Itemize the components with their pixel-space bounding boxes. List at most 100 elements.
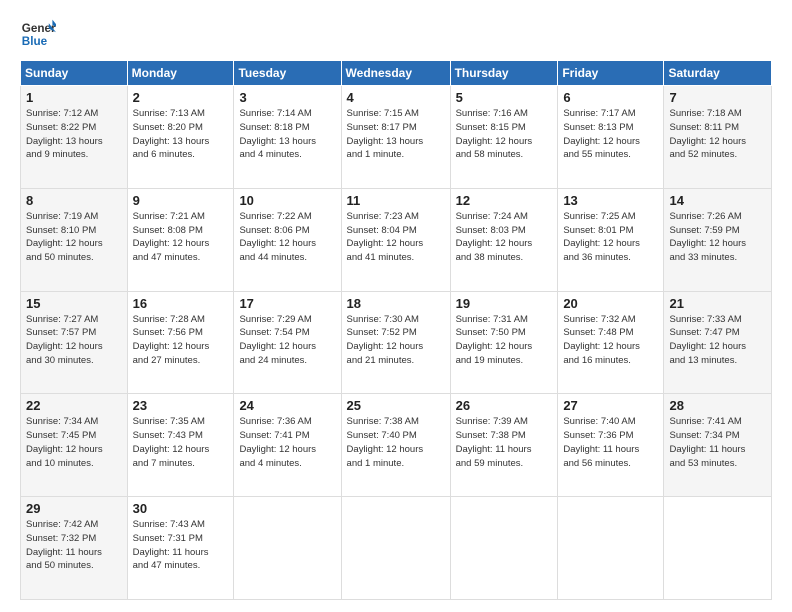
calendar-cell: 12Sunrise: 7:24 AMSunset: 8:03 PMDayligh… <box>450 188 558 291</box>
day-number: 17 <box>239 296 335 311</box>
calendar-cell: 13 Sunrise: 7:25 AMSunset: 8:01 PMDayligh… <box>558 188 664 291</box>
day-info: Sunrise: 7:26 AMSunset: 7:59 PMDaylight:… <box>669 210 766 265</box>
calendar-header-thursday: Thursday <box>450 61 558 86</box>
day-info: Sunrise: 7:31 AMSunset: 7:50 PMDaylight:… <box>456 313 553 368</box>
day-info: Sunrise: 7:15 AMSunset: 8:17 PMDaylight:… <box>347 107 445 162</box>
calendar-cell: 26 Sunrise: 7:39 AMSunset: 7:38 PMDayligh… <box>450 394 558 497</box>
day-number: 25 <box>347 398 445 413</box>
day-number: 5 <box>456 90 553 105</box>
logo-icon: General Blue <box>20 16 56 52</box>
calendar-header-saturday: Saturday <box>664 61 772 86</box>
calendar-header-wednesday: Wednesday <box>341 61 450 86</box>
day-info: Sunrise: 7:16 AMSunset: 8:15 PMDaylight:… <box>456 107 553 162</box>
day-info: Sunrise: 7:21 AMSunset: 8:08 PMDaylight:… <box>133 210 229 265</box>
day-info: Sunrise: 7:12 AMSunset: 8:22 PMDaylight:… <box>26 107 122 162</box>
calendar-header-monday: Monday <box>127 61 234 86</box>
day-info: Sunrise: 7:13 AMSunset: 8:20 PMDaylight:… <box>133 107 229 162</box>
day-info: Sunrise: 7:23 AMSunset: 8:04 PMDaylight:… <box>347 210 445 265</box>
day-info: Sunrise: 7:27 AMSunset: 7:57 PMDaylight:… <box>26 313 122 368</box>
day-number: 23 <box>133 398 229 413</box>
day-number: 9 <box>133 193 229 208</box>
day-number: 7 <box>669 90 766 105</box>
day-number: 2 <box>133 90 229 105</box>
day-info: Sunrise: 7:22 AMSunset: 8:06 PMDaylight:… <box>239 210 335 265</box>
day-number: 26 <box>456 398 553 413</box>
calendar-cell: 15 Sunrise: 7:27 AMSunset: 7:57 PMDayligh… <box>21 291 128 394</box>
logo: General Blue <box>20 16 56 52</box>
calendar-cell: 3Sunrise: 7:14 AMSunset: 8:18 PMDaylight… <box>234 86 341 189</box>
day-number: 16 <box>133 296 229 311</box>
calendar-cell <box>664 497 772 600</box>
calendar-week-1: 8 Sunrise: 7:19 AMSunset: 8:10 PMDaylight… <box>21 188 772 291</box>
day-number: 28 <box>669 398 766 413</box>
svg-text:Blue: Blue <box>22 35 48 48</box>
day-number: 18 <box>347 296 445 311</box>
day-number: 29 <box>26 501 122 516</box>
calendar-cell: 4 Sunrise: 7:15 AMSunset: 8:17 PMDaylight… <box>341 86 450 189</box>
calendar-cell: 16 Sunrise: 7:28 AMSunset: 7:56 PMDayligh… <box>127 291 234 394</box>
calendar-cell: 19 Sunrise: 7:31 AMSunset: 7:50 PMDayligh… <box>450 291 558 394</box>
calendar-week-0: 1 Sunrise: 7:12 AMSunset: 8:22 PMDaylight… <box>21 86 772 189</box>
day-info: Sunrise: 7:28 AMSunset: 7:56 PMDaylight:… <box>133 313 229 368</box>
day-info: Sunrise: 7:25 AMSunset: 8:01 PMDaylight:… <box>563 210 658 265</box>
day-info: Sunrise: 7:30 AMSunset: 7:52 PMDaylight:… <box>347 313 445 368</box>
calendar-cell: 20Sunrise: 7:32 AMSunset: 7:48 PMDayligh… <box>558 291 664 394</box>
day-info: Sunrise: 7:39 AMSunset: 7:38 PMDaylight:… <box>456 415 553 470</box>
calendar-cell: 9 Sunrise: 7:21 AMSunset: 8:08 PMDaylight… <box>127 188 234 291</box>
calendar-week-3: 22 Sunrise: 7:34 AMSunset: 7:45 PMDayligh… <box>21 394 772 497</box>
calendar-cell: 11 Sunrise: 7:23 AMSunset: 8:04 PMDayligh… <box>341 188 450 291</box>
calendar-cell: 8 Sunrise: 7:19 AMSunset: 8:10 PMDaylight… <box>21 188 128 291</box>
day-info: Sunrise: 7:38 AMSunset: 7:40 PMDaylight:… <box>347 415 445 470</box>
calendar-cell <box>558 497 664 600</box>
calendar-cell: 22 Sunrise: 7:34 AMSunset: 7:45 PMDayligh… <box>21 394 128 497</box>
calendar-cell: 29 Sunrise: 7:42 AMSunset: 7:32 PMDayligh… <box>21 497 128 600</box>
calendar-cell: 27 Sunrise: 7:40 AMSunset: 7:36 PMDayligh… <box>558 394 664 497</box>
calendar-cell: 30 Sunrise: 7:43 AMSunset: 7:31 PMDayligh… <box>127 497 234 600</box>
day-number: 8 <box>26 193 122 208</box>
calendar-cell: 25 Sunrise: 7:38 AMSunset: 7:40 PMDayligh… <box>341 394 450 497</box>
day-number: 6 <box>563 90 658 105</box>
calendar-cell <box>450 497 558 600</box>
day-number: 22 <box>26 398 122 413</box>
day-info: Sunrise: 7:43 AMSunset: 7:31 PMDaylight:… <box>133 518 229 573</box>
day-info: Sunrise: 7:40 AMSunset: 7:36 PMDaylight:… <box>563 415 658 470</box>
day-number: 27 <box>563 398 658 413</box>
calendar-cell: 1 Sunrise: 7:12 AMSunset: 8:22 PMDaylight… <box>21 86 128 189</box>
calendar-week-4: 29 Sunrise: 7:42 AMSunset: 7:32 PMDayligh… <box>21 497 772 600</box>
day-number: 30 <box>133 501 229 516</box>
day-info: Sunrise: 7:24 AMSunset: 8:03 PMDaylight:… <box>456 210 553 265</box>
day-number: 15 <box>26 296 122 311</box>
calendar-cell <box>341 497 450 600</box>
calendar-cell: 24 Sunrise: 7:36 AMSunset: 7:41 PMDayligh… <box>234 394 341 497</box>
page: General Blue SundayMondayTuesdayWednesda… <box>0 0 792 612</box>
day-number: 24 <box>239 398 335 413</box>
calendar-cell: 18 Sunrise: 7:30 AMSunset: 7:52 PMDayligh… <box>341 291 450 394</box>
day-info: Sunrise: 7:17 AMSunset: 8:13 PMDaylight:… <box>563 107 658 162</box>
calendar-cell: 10 Sunrise: 7:22 AMSunset: 8:06 PMDayligh… <box>234 188 341 291</box>
day-info: Sunrise: 7:35 AMSunset: 7:43 PMDaylight:… <box>133 415 229 470</box>
day-info: Sunrise: 7:42 AMSunset: 7:32 PMDaylight:… <box>26 518 122 573</box>
day-number: 10 <box>239 193 335 208</box>
day-number: 19 <box>456 296 553 311</box>
day-info: Sunrise: 7:32 AMSunset: 7:48 PMDaylight:… <box>563 313 658 368</box>
calendar-table: SundayMondayTuesdayWednesdayThursdayFrid… <box>20 60 772 600</box>
day-info: Sunrise: 7:34 AMSunset: 7:45 PMDaylight:… <box>26 415 122 470</box>
calendar-header-row: SundayMondayTuesdayWednesdayThursdayFrid… <box>21 61 772 86</box>
day-info: Sunrise: 7:41 AMSunset: 7:34 PMDaylight:… <box>669 415 766 470</box>
calendar-cell: 7Sunrise: 7:18 AMSunset: 8:11 PMDaylight… <box>664 86 772 189</box>
calendar-cell: 14Sunrise: 7:26 AMSunset: 7:59 PMDayligh… <box>664 188 772 291</box>
calendar-cell: 6 Sunrise: 7:17 AMSunset: 8:13 PMDaylight… <box>558 86 664 189</box>
day-number: 13 <box>563 193 658 208</box>
calendar-cell: 28 Sunrise: 7:41 AMSunset: 7:34 PMDayligh… <box>664 394 772 497</box>
calendar-header-friday: Friday <box>558 61 664 86</box>
day-info: Sunrise: 7:19 AMSunset: 8:10 PMDaylight:… <box>26 210 122 265</box>
day-info: Sunrise: 7:29 AMSunset: 7:54 PMDaylight:… <box>239 313 335 368</box>
day-number: 4 <box>347 90 445 105</box>
calendar-cell: 21Sunrise: 7:33 AMSunset: 7:47 PMDayligh… <box>664 291 772 394</box>
calendar-cell: 23 Sunrise: 7:35 AMSunset: 7:43 PMDayligh… <box>127 394 234 497</box>
day-info: Sunrise: 7:36 AMSunset: 7:41 PMDaylight:… <box>239 415 335 470</box>
day-number: 3 <box>239 90 335 105</box>
day-number: 11 <box>347 193 445 208</box>
day-number: 1 <box>26 90 122 105</box>
calendar-week-2: 15 Sunrise: 7:27 AMSunset: 7:57 PMDayligh… <box>21 291 772 394</box>
